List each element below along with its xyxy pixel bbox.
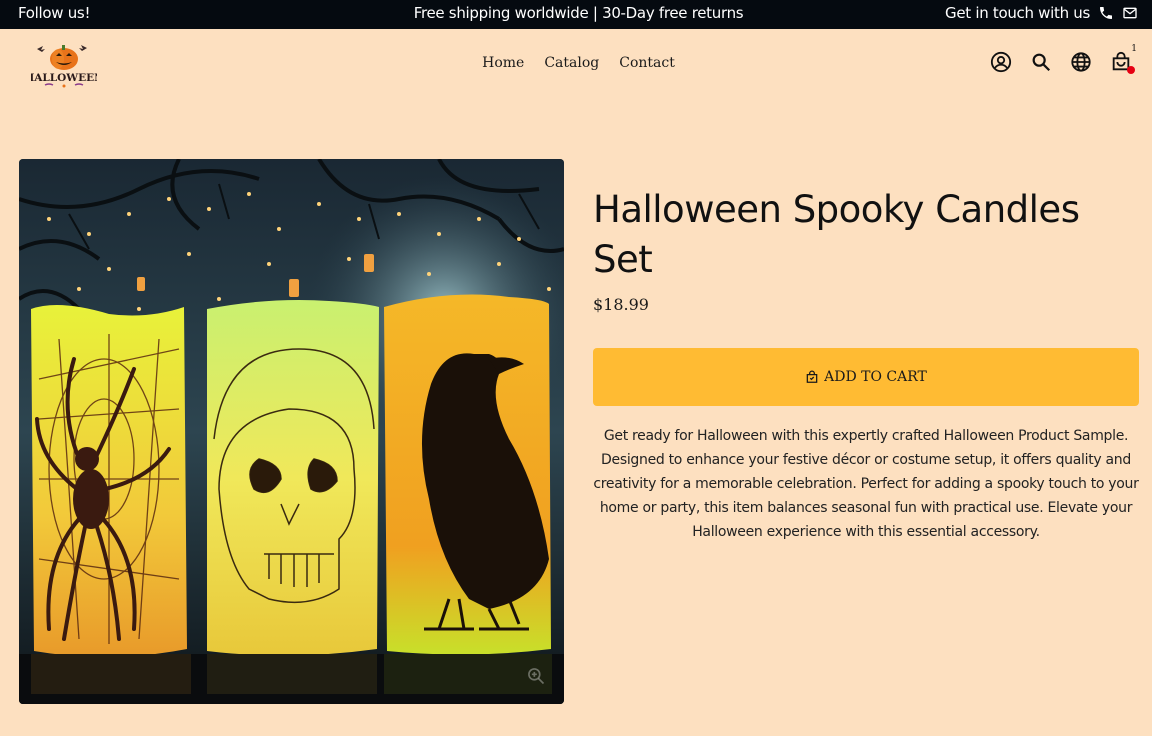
cart-icon[interactable]: 1 [1110, 44, 1137, 74]
bag-icon [806, 370, 818, 383]
contact-link[interactable]: Get in touch with us [945, 4, 1138, 22]
add-to-cart-label: ADD TO CART [824, 369, 927, 385]
cart-badge-dot [1127, 66, 1135, 74]
nav-contact[interactable]: Contact [619, 55, 675, 71]
header-icons: 1 [990, 44, 1137, 74]
product-title: Halloween Spooky Candles Set [593, 188, 1080, 281]
main-nav: Home Catalog Contact [0, 55, 1152, 71]
product-info: Halloween Spooky Candles Set $18.99 ADD … [593, 185, 1139, 544]
cart-count: 1 [1131, 44, 1137, 54]
product-price: $18.99 [593, 295, 649, 314]
nav-catalog[interactable]: Catalog [544, 55, 599, 71]
phone-icon[interactable] [1098, 5, 1114, 21]
site-header: HALLOWEEN Home Catalog Contact 1 [0, 29, 1152, 99]
globe-icon[interactable] [1070, 51, 1092, 73]
product-image[interactable] [19, 159, 564, 704]
announcement-bar: Follow us! Free shipping worldwide | 30-… [0, 0, 1152, 29]
zoom-icon[interactable] [526, 666, 546, 686]
product-description: Get ready for Halloween with this expert… [593, 428, 1139, 540]
account-icon[interactable] [990, 51, 1012, 73]
contact-text: Get in touch with us [945, 4, 1090, 22]
add-to-cart-button[interactable]: ADD TO CART [593, 348, 1139, 406]
mail-icon[interactable] [1122, 5, 1138, 21]
search-icon[interactable] [1030, 51, 1052, 73]
nav-home[interactable]: Home [482, 55, 524, 71]
logo-text: HALLOWEEN [31, 72, 97, 84]
